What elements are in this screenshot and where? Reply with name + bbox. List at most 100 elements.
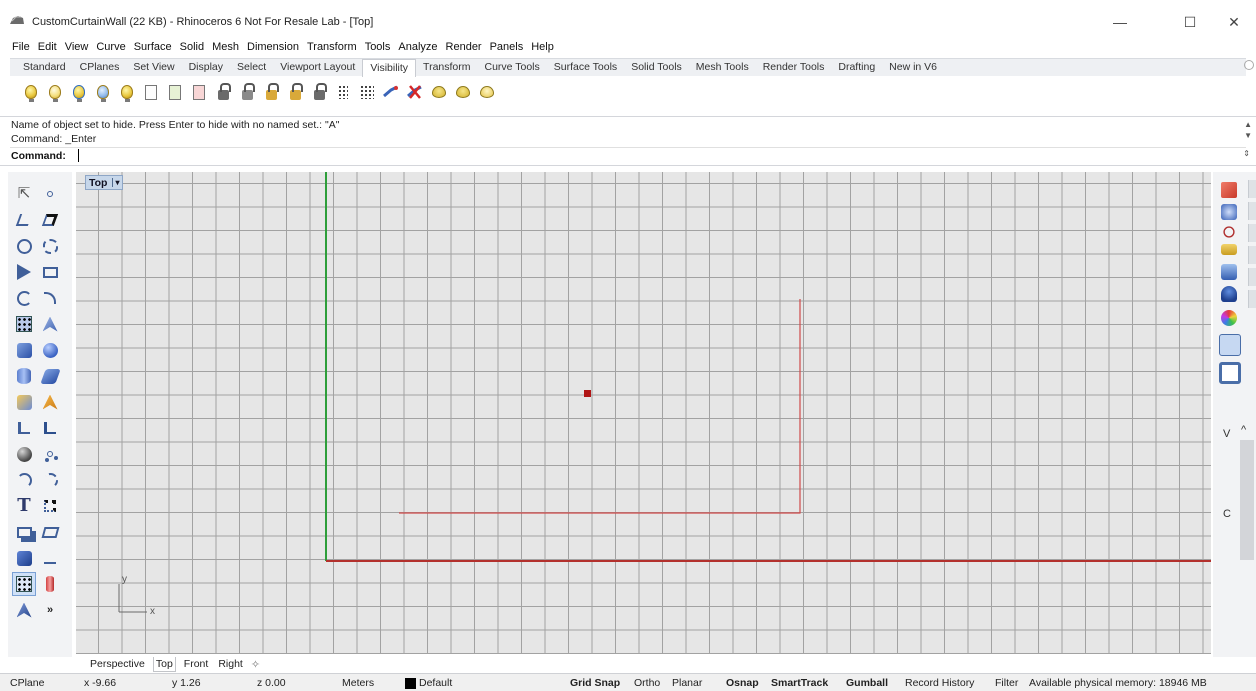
status-osnap[interactable]: Osnap [726,677,759,689]
tab-solid-tools[interactable]: Solid Tools [624,59,689,77]
toolbar-settings-gear-icon[interactable] [1244,60,1254,70]
status-record-history[interactable]: Record History [905,677,974,689]
materials-panel-icon[interactable] [1221,310,1237,326]
panel-tab[interactable] [1248,224,1256,242]
minimize-button[interactable]: — [1098,10,1142,34]
extrude-solid-icon[interactable] [38,364,62,388]
layer-tool-icon[interactable] [38,572,62,596]
panel-tab[interactable] [1248,246,1256,264]
menu-analyze[interactable]: Analyze [398,41,437,53]
panel-tab[interactable] [1248,290,1256,308]
panel-scroll-up-icon[interactable]: ^ [1241,424,1246,436]
display-panel-icon[interactable] [1223,226,1235,238]
show-objects-bulb-icon[interactable] [44,81,66,103]
dimension-icon[interactable] [38,494,62,518]
lock-swap-icon[interactable] [284,81,306,103]
tab-select[interactable]: Select [230,59,273,77]
surface-from-points-icon[interactable] [12,312,36,336]
polyline-icon[interactable] [12,208,36,232]
hide-object-red-x-icon[interactable] [404,81,426,103]
tab-surface-tools[interactable]: Surface Tools [547,59,624,77]
cylinder-solid-icon[interactable] [12,364,36,388]
ellipse-icon[interactable] [38,234,62,258]
tab-display[interactable]: Display [182,59,230,77]
command-spin-icon[interactable]: ⇕ [1243,149,1250,158]
layers-panel-icon[interactable] [1221,204,1237,220]
unlock-objects-icon[interactable] [236,81,258,103]
dimension-linear-icon[interactable] [38,546,62,570]
render-tool-icon[interactable] [12,598,36,622]
panel-tab[interactable] [1248,180,1256,198]
rotate-3d-icon[interactable] [12,442,36,466]
text-object-icon[interactable]: T [12,494,36,518]
add-viewport-icon[interactable]: ✧ [251,658,260,671]
menu-surface[interactable]: Surface [134,41,172,53]
status-planar[interactable]: Planar [672,677,702,689]
close-button[interactable]: ✕ [1212,10,1256,34]
viewport-tab-perspective[interactable]: Perspective [88,657,147,672]
status-layer[interactable]: Default [419,677,452,689]
grid-points-icon[interactable] [12,572,36,596]
tab-render-tools[interactable]: Render Tools [756,59,832,77]
control-point-curve-icon[interactable] [38,208,62,232]
tab-cplanes[interactable]: CPlanes [73,59,127,77]
tab-new-in-v6[interactable]: New in V6 [882,59,944,77]
menu-dimension[interactable]: Dimension [247,41,299,53]
panel-scrollbar[interactable] [1240,440,1254,560]
menu-curve[interactable]: Curve [96,41,125,53]
show-selected-bulb-icon[interactable] [68,81,90,103]
lock-swap-two-icon[interactable] [308,81,330,103]
hide-points-bulb-icon[interactable] [116,81,138,103]
tab-standard[interactable]: Standard [16,59,73,77]
render-window-panel-icon[interactable] [1219,362,1241,384]
status-ortho[interactable]: Ortho [634,677,660,689]
hide-control-points-icon[interactable] [332,81,354,103]
tab-viewport-layout[interactable]: Viewport Layout [273,59,362,77]
tab-curve-tools[interactable]: Curve Tools [478,59,547,77]
extrude-curve-icon[interactable] [38,312,62,336]
panel-tab[interactable] [1248,268,1256,286]
properties-panel-icon[interactable] [1221,182,1237,198]
menu-render[interactable]: Render [446,41,482,53]
swap-hidden-bulb-icon[interactable] [92,81,114,103]
sphere-solid-icon[interactable] [38,338,62,362]
menu-help[interactable]: Help [531,41,554,53]
polygon-icon[interactable] [12,260,36,284]
arc-icon[interactable] [12,286,36,310]
lock-objects-icon[interactable] [212,81,234,103]
show-in-detail-doc-icon[interactable] [164,81,186,103]
maximize-button[interactable]: ☐ [1168,10,1212,34]
point-cloud-icon[interactable] [38,442,62,466]
menu-solid[interactable]: Solid [180,41,204,53]
command-input[interactable] [78,149,1228,162]
viewport-tab-front[interactable]: Front [182,657,211,672]
point-icon[interactable] [38,182,62,206]
explode-icon[interactable] [38,390,62,414]
show-all-heart-icon[interactable] [428,81,450,103]
menu-file[interactable]: File [12,41,30,53]
history-scroll-up-icon[interactable]: ▲ [1244,120,1252,129]
select-arrow-icon[interactable]: ⇱ [12,182,36,206]
status-cplane[interactable]: CPlane [10,677,44,689]
status-smarttrack[interactable]: SmartTrack [771,677,828,689]
curve-blend-icon[interactable] [38,468,62,492]
hide-grid-points-icon[interactable] [356,81,378,103]
menu-view[interactable]: View [65,41,89,53]
tab-transform[interactable]: Transform [416,59,477,77]
named-views-panel-icon[interactable] [1221,264,1237,280]
menu-mesh[interactable]: Mesh [212,41,239,53]
status-gumball[interactable]: Gumball [846,677,888,689]
box-solid-icon[interactable] [12,338,36,362]
boolean-icon[interactable] [12,390,36,414]
viewport-tab-top[interactable]: Top [152,657,176,672]
lock-selected-icon[interactable] [260,81,282,103]
show-object-blue-icon[interactable] [380,81,402,103]
status-units[interactable]: Meters [342,677,374,689]
hide-in-detail-doc-icon[interactable] [140,81,162,103]
fillet-curve-icon[interactable] [38,286,62,310]
join-icon[interactable] [38,416,62,440]
menu-transform[interactable]: Transform [307,41,357,53]
camera-panel-icon[interactable] [1219,334,1241,356]
hide-objects-bulb-icon[interactable] [20,81,42,103]
more-tools-icon[interactable]: » [38,598,62,622]
